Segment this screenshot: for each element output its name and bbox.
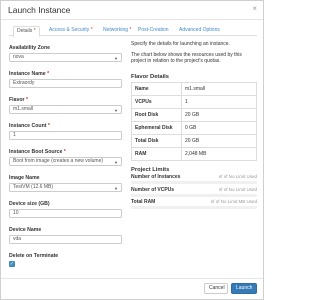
instance-count-group: Instance Count * 1 bbox=[9, 123, 122, 140]
chevron-down-icon: ▼ bbox=[114, 186, 118, 191]
device-size-input[interactable]: 10 bbox=[9, 209, 122, 218]
table-row: RAM 2,048 MB bbox=[131, 147, 257, 161]
limit-ram: Total RAM nf of No Limit MB Used bbox=[131, 199, 257, 211]
table-row: Total Disk 20 GB bbox=[131, 134, 257, 148]
launch-button[interactable]: Launch bbox=[231, 283, 257, 294]
cancel-button[interactable]: Cancel bbox=[204, 283, 228, 294]
launch-instance-modal: Launch Instance × Details * Access & Sec… bbox=[0, 0, 264, 300]
device-name-label: Device Name bbox=[9, 227, 42, 233]
delete-on-terminate-label: Delete on Terminate bbox=[9, 253, 59, 259]
limit-progress-bar bbox=[131, 194, 257, 197]
limit-label: Number of VCPUs bbox=[131, 187, 175, 193]
boot-source-group: Instance Boot Source * Boot from image (… bbox=[9, 149, 122, 166]
tab-bar: Details * Access & Security * Networking… bbox=[9, 26, 257, 37]
flavor-details-table: Name m1.small VCPUs 1 Root Disk 20 GB Ephem… bbox=[131, 82, 257, 161]
chevron-down-icon: ▼ bbox=[114, 108, 118, 113]
limit-value: nf of No Limit MB Used bbox=[210, 199, 257, 204]
tab-advanced-options[interactable]: Advanced Options bbox=[179, 26, 220, 36]
tab-post-creation[interactable]: Post-Creation bbox=[138, 26, 169, 36]
device-size-group: Device size (GB) 10 bbox=[9, 201, 122, 218]
boot-source-label: Instance Boot Source * bbox=[9, 149, 66, 155]
device-name-input[interactable]: vda bbox=[9, 235, 122, 244]
limit-progress-bar bbox=[131, 206, 257, 209]
table-row: Name m1.small bbox=[131, 82, 257, 96]
instance-count-label: Instance Count * bbox=[9, 123, 50, 129]
limit-label: Total RAM bbox=[131, 199, 156, 205]
chevron-down-icon: ▼ bbox=[114, 160, 118, 165]
availability-zone-label: Availability Zone bbox=[9, 45, 51, 51]
footer-divider bbox=[1, 278, 263, 279]
device-size-label: Device size (GB) bbox=[9, 201, 50, 207]
flavor-label: Flavor * bbox=[9, 97, 29, 103]
flavor-select[interactable]: m1.small ▼ bbox=[9, 105, 122, 114]
image-name-label: Image Name bbox=[9, 175, 40, 181]
project-limits-title: Project Limits bbox=[131, 167, 170, 173]
modal-title: Launch Instance bbox=[8, 5, 71, 15]
flavor-group: Flavor * m1.small ▼ bbox=[9, 97, 122, 114]
tab-networking[interactable]: Networking * bbox=[103, 26, 131, 36]
availability-zone-select[interactable]: nova ▼ bbox=[9, 53, 122, 62]
instance-name-input[interactable]: Extraordy bbox=[9, 79, 122, 88]
tab-access-security[interactable]: Access & Security * bbox=[49, 26, 93, 36]
info-column: Specify the details for launching an ins… bbox=[131, 41, 257, 209]
limit-value: nf of No Limit Used bbox=[218, 187, 257, 192]
delete-on-terminate-group: Delete on Terminate ✓ bbox=[9, 253, 122, 267]
quota-description-text: The chart below shows the resources used… bbox=[131, 51, 242, 65]
table-row: VCPUs 1 bbox=[131, 95, 257, 109]
limit-vcpus: Number of VCPUs nf of No Limit Used bbox=[131, 187, 257, 199]
availability-zone-group: Availability Zone nova ▼ bbox=[9, 45, 122, 62]
close-icon[interactable]: × bbox=[252, 5, 257, 13]
instance-name-label: Instance Name * bbox=[9, 71, 50, 77]
limit-value: nf of No Limit Used bbox=[218, 174, 257, 179]
limit-instances: Number of Instances nf of No Limit Used bbox=[131, 174, 257, 186]
table-row: Ephemeral Disk 0 GB bbox=[131, 121, 257, 135]
description-text: Specify the details for launching an ins… bbox=[131, 41, 230, 47]
boot-source-select[interactable]: Boot from image (creates a new volume) ▼ bbox=[9, 157, 122, 166]
chevron-down-icon: ▼ bbox=[114, 56, 118, 61]
table-row: Root Disk 20 GB bbox=[131, 108, 257, 122]
image-name-select[interactable]: TestVM (12.6 MB) ▼ bbox=[9, 183, 122, 192]
device-name-group: Device Name vda bbox=[9, 227, 122, 244]
image-name-group: Image Name TestVM (12.6 MB) ▼ bbox=[9, 175, 122, 192]
flavor-details-title: Flavor Details bbox=[131, 74, 170, 80]
modal-header: Launch Instance × bbox=[1, 1, 263, 20]
delete-on-terminate-checkbox[interactable]: ✓ bbox=[9, 261, 15, 267]
limit-label: Number of Instances bbox=[131, 174, 181, 180]
tab-details[interactable]: Details * bbox=[13, 26, 40, 37]
instance-count-input[interactable]: 1 bbox=[9, 131, 122, 140]
instance-name-group: Instance Name * Extraordy bbox=[9, 71, 122, 88]
limit-progress-bar bbox=[131, 181, 257, 184]
